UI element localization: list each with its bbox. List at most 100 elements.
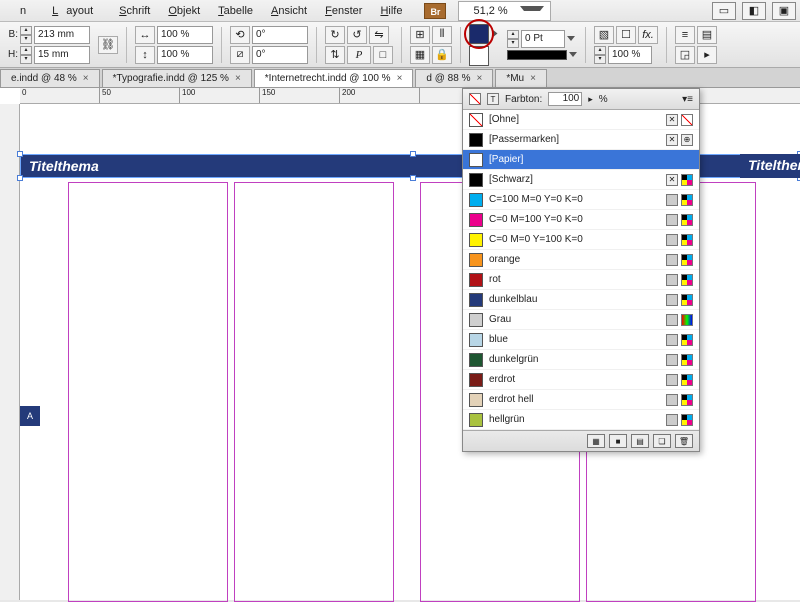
document-tab[interactable]: *Typografie.indd @ 125 %× (102, 69, 252, 87)
cmyk-icon (681, 274, 693, 286)
menu-item[interactable]: Tabelle (210, 3, 261, 19)
menu-item[interactable]: Hilfe (372, 3, 410, 19)
stepper[interactable]: ▴▾ (594, 46, 606, 64)
swatch-row[interactable]: C=100 M=0 Y=0 K=0 (463, 190, 699, 210)
document-tab[interactable]: e.indd @ 48 %× (0, 69, 100, 87)
document-tab[interactable]: *Internetrecht.indd @ 100 %× (254, 69, 414, 87)
document-tab[interactable]: *Mu× (495, 69, 547, 87)
wrap-icon[interactable]: ☐ (616, 26, 636, 44)
show-color-icon[interactable]: ■ (609, 434, 627, 448)
show-gradient-icon[interactable]: ▤ (631, 434, 649, 448)
swatch-row[interactable]: dunkelgrün (463, 350, 699, 370)
stroke-scale-input[interactable]: 100 % (608, 46, 652, 64)
stepper[interactable]: ▴▾ (20, 46, 32, 64)
swatch-row[interactable]: C=0 M=100 Y=0 K=0 (463, 210, 699, 230)
swatch-row[interactable]: erdrot hell (463, 390, 699, 410)
swatch-row[interactable]: [Passermarken]✕⊕ (463, 130, 699, 150)
arrange-icon[interactable]: ◧ (742, 2, 766, 20)
lock-icon: ✕ (666, 134, 678, 146)
rotate-ccw-icon[interactable]: ↺ (347, 26, 367, 44)
swatch-row[interactable]: dunkelblau (463, 290, 699, 310)
text-frame[interactable] (234, 182, 394, 602)
tint-input[interactable]: 100 (548, 92, 582, 106)
close-icon[interactable]: × (476, 73, 482, 84)
flip-v-icon[interactable]: ⇅ (325, 46, 345, 64)
swatch-row[interactable]: hellgrün (463, 410, 699, 430)
process-icon (666, 334, 678, 346)
zoom-level[interactable]: 51,2 % (458, 1, 550, 21)
show-all-icon[interactable]: ▦ (587, 434, 605, 448)
scale-x-input[interactable]: 100 % (157, 26, 213, 44)
delete-swatch-icon[interactable]: 🗑 (675, 434, 693, 448)
process-icon (666, 254, 678, 266)
swatch-row[interactable]: orange (463, 250, 699, 270)
stepper[interactable]: ▴▾ (20, 26, 32, 44)
lock-icon: ✕ (666, 174, 678, 186)
select-container-icon[interactable]: □ (373, 46, 393, 64)
swatch-chip (469, 413, 483, 427)
text-frame-icon[interactable]: ≡ (675, 26, 695, 44)
stroke-weight-input[interactable]: 0 Pt (521, 30, 565, 48)
lock-icon[interactable]: 🔒 (432, 46, 452, 64)
swatch-chip (469, 393, 483, 407)
swatch-row[interactable]: [Ohne]✕ (463, 110, 699, 130)
bridge-icon[interactable]: Br (424, 3, 446, 19)
swatch-chip (469, 213, 483, 227)
flip-h-icon[interactable]: ⇋ (369, 26, 389, 44)
shear-input[interactable]: 0° (252, 46, 308, 64)
panel-menu-icon[interactable]: ▾≡ (682, 94, 693, 105)
menu-item[interactable]: n (4, 3, 42, 19)
corner-icon[interactable]: ◲ (675, 46, 695, 64)
swatch-row[interactable]: [Papier] (463, 150, 699, 170)
workspace-icon[interactable]: ▣ (772, 2, 796, 20)
stroke-style[interactable] (507, 50, 567, 60)
swatch-name: C=0 M=100 Y=0 K=0 (489, 214, 660, 225)
cmyk-icon (681, 194, 693, 206)
rotate-input[interactable]: 0° (252, 26, 308, 44)
close-icon[interactable]: × (235, 73, 241, 84)
document-tab[interactable]: d @ 88 %× (415, 69, 493, 87)
swatch-row[interactable]: blue (463, 330, 699, 350)
menu-item[interactable]: Objekt (160, 3, 208, 19)
cmyk-icon (681, 414, 693, 426)
fit-icon[interactable]: ▤ (697, 26, 717, 44)
p-icon[interactable]: P (347, 46, 371, 64)
fill-menu-arrow[interactable] (493, 30, 498, 38)
align-icon[interactable]: ⊞ (410, 26, 430, 44)
new-swatch-icon[interactable]: ❏ (653, 434, 671, 448)
swatch-row[interactable]: Grau (463, 310, 699, 330)
close-icon[interactable]: × (83, 73, 89, 84)
stroke-swatch[interactable] (469, 46, 489, 66)
group-icon[interactable]: ▦ (410, 46, 430, 64)
swatch-row[interactable]: erdrot (463, 370, 699, 390)
swatch-chip (469, 293, 483, 307)
swatch-row[interactable]: C=0 M=0 Y=100 K=0 (463, 230, 699, 250)
width-label: B: (4, 29, 18, 40)
rotate-cw-icon[interactable]: ↻ (325, 26, 345, 44)
menu-item[interactable]: Ansicht (263, 3, 315, 19)
height-label: H: (4, 49, 18, 60)
menu-item[interactable]: Fenster (317, 3, 370, 19)
fx-icon[interactable]: fx. (638, 26, 658, 44)
text-frame[interactable] (68, 182, 228, 602)
more-icon[interactable]: ▸ (697, 46, 717, 64)
swatch-chip (469, 273, 483, 287)
menu-item[interactable]: Layout (44, 3, 109, 19)
fill-swatch[interactable] (469, 24, 489, 44)
text-proxy-icon[interactable]: T (487, 93, 499, 105)
screen-mode-icon[interactable]: ▭ (712, 2, 736, 20)
scale-y-input[interactable]: 100 % (157, 46, 213, 64)
menu-item[interactable]: Schrift (111, 3, 158, 19)
effects-icon[interactable]: ▧ (594, 26, 614, 44)
swatch-row[interactable]: rot (463, 270, 699, 290)
stepper[interactable]: ▴▾ (507, 30, 519, 48)
width-input[interactable]: 213 mm (34, 26, 90, 44)
constrain-icon[interactable]: ⛓ (98, 36, 118, 54)
close-icon[interactable]: × (397, 73, 403, 84)
swatch-row[interactable]: [Schwarz]✕ (463, 170, 699, 190)
swatch-name: Grau (489, 314, 660, 325)
fill-proxy-icon[interactable] (469, 93, 481, 105)
distribute-icon[interactable]: ⫴ (432, 26, 452, 44)
close-icon[interactable]: × (530, 73, 536, 84)
height-input[interactable]: 15 mm (34, 46, 90, 64)
